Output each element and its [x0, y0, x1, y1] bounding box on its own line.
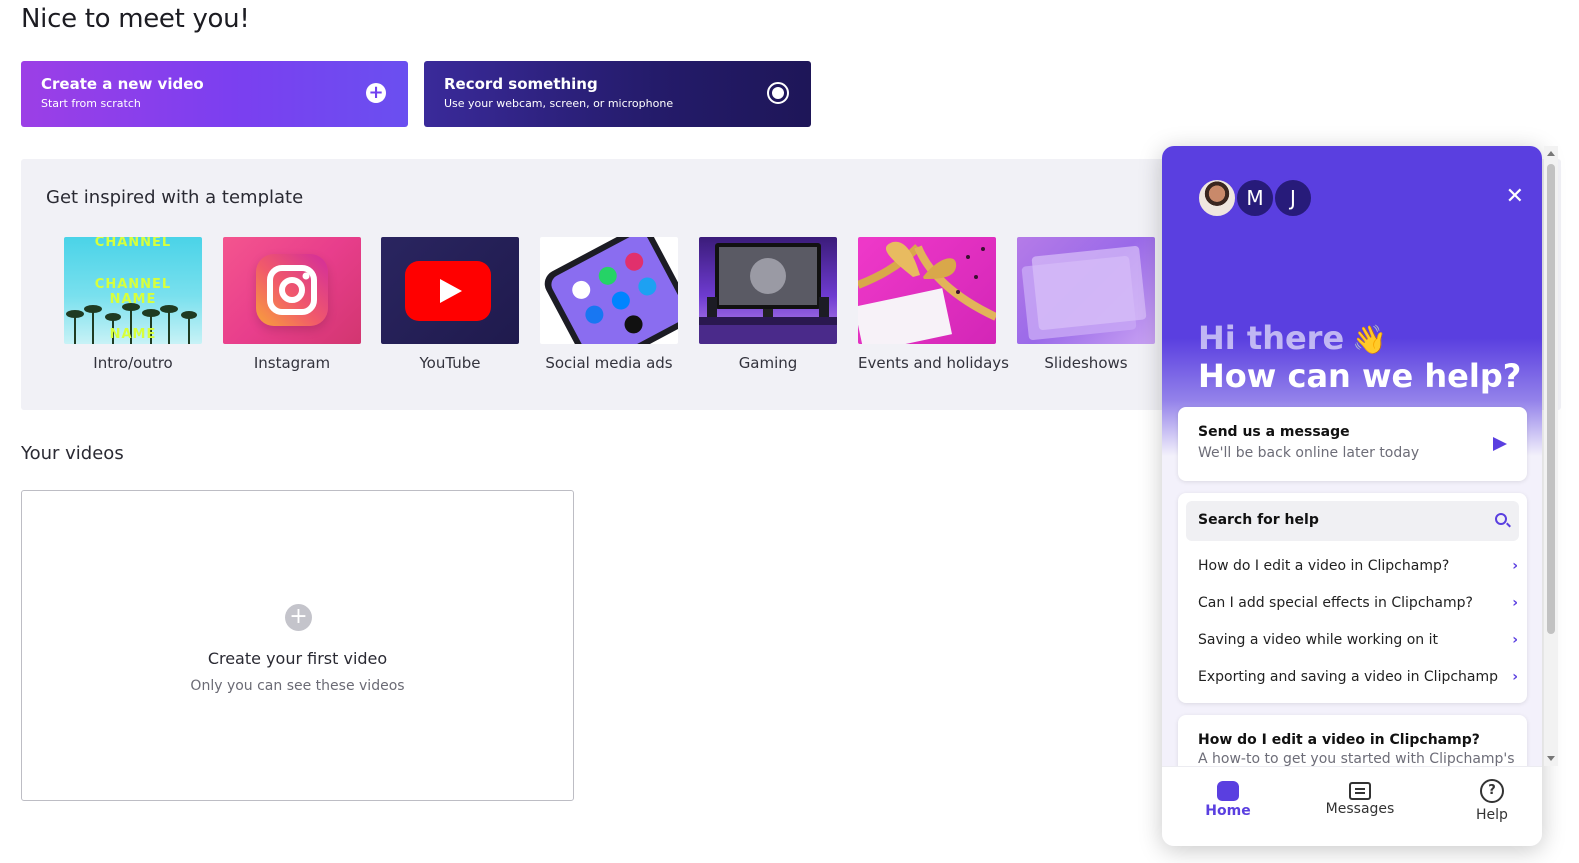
faq-link[interactable]: Saving a video while working on it › — [1198, 632, 1518, 648]
template-instagram[interactable]: Instagram — [223, 237, 361, 372]
faq-text: Exporting and saving a video in Clipcham… — [1198, 669, 1499, 685]
chevron-right-icon: › — [1512, 669, 1518, 685]
search-icon — [1495, 513, 1507, 525]
scroll-up-arrow-icon[interactable] — [1547, 151, 1555, 156]
agent-avatar-photo — [1197, 178, 1237, 218]
templates-title: Get inspired with a template — [46, 187, 304, 208]
send-message-button[interactable]: Send us a message We'll be back online l… — [1178, 407, 1527, 481]
nav-label: Home — [1205, 803, 1251, 819]
faq-text: Saving a video while working on it — [1198, 632, 1438, 648]
gaming-desk-graphic — [699, 243, 837, 344]
template-label: Events and holidays — [858, 354, 1009, 372]
faq-link[interactable]: Can I add special effects in Clipchamp? › — [1198, 595, 1518, 611]
empty-state-title: Create your first video — [207, 649, 388, 668]
template-gaming[interactable]: Gaming — [699, 237, 837, 372]
phone-apps-graphic — [544, 237, 678, 344]
chat-question: How can we help? — [1198, 357, 1522, 395]
nav-label: Messages — [1325, 801, 1395, 817]
search-help-input[interactable]: Search for help — [1186, 501, 1519, 541]
page-title: Nice to meet you! — [21, 4, 250, 34]
template-label: Social media ads — [545, 354, 673, 372]
chat-scrollbar[interactable] — [1544, 146, 1558, 766]
template-thumbnail — [858, 237, 996, 344]
nav-help-tab[interactable]: ? Help — [1442, 779, 1542, 823]
agent-avatar: J — [1273, 178, 1313, 218]
slides-graphic — [1021, 245, 1147, 341]
agent-avatar: M — [1235, 178, 1275, 218]
faq-link[interactable]: Exporting and saving a video in Clipcham… — [1198, 669, 1518, 685]
chevron-right-icon: › — [1512, 595, 1518, 611]
create-new-video-button[interactable]: Create a new video Start from scratch + — [21, 61, 408, 127]
template-youtube[interactable]: YouTube — [381, 237, 519, 372]
scroll-down-arrow-icon[interactable] — [1547, 756, 1555, 761]
template-thumbnail — [540, 237, 678, 344]
scrollbar-thumb[interactable] — [1547, 164, 1555, 634]
record-something-button[interactable]: Record something Use your webcam, screen… — [424, 61, 811, 127]
faq-text: How do I edit a video in Clipchamp? — [1198, 558, 1450, 574]
record-subtitle: Use your webcam, screen, or microphone — [444, 97, 674, 110]
template-thumbnail — [699, 237, 837, 344]
instagram-logo-icon — [256, 254, 328, 326]
template-intro-outro[interactable]: CHANNEL CHANNEL NAME NAME Intro/outro — [64, 237, 202, 372]
help-search-card: Search for help How do I edit a video in… — [1178, 493, 1527, 703]
template-thumbnail: CHANNEL CHANNEL NAME NAME — [64, 237, 202, 344]
create-video-subtitle: Start from scratch — [41, 97, 141, 110]
chat-bottom-nav: Home Messages ? Help — [1162, 766, 1542, 846]
plus-circle-icon: + — [366, 83, 386, 103]
page-root: Nice to meet you! Create a new video Sta… — [0, 0, 1579, 863]
plus-icon: + — [285, 604, 312, 631]
template-label: Instagram — [253, 354, 331, 372]
article-snippet: A how-to to get you started with Clipcha… — [1198, 751, 1515, 767]
chevron-right-icon: › — [1512, 632, 1518, 648]
chevron-right-icon: › — [1512, 558, 1518, 574]
close-icon[interactable]: ✕ — [1506, 186, 1524, 208]
thumb-text: NAME — [109, 327, 157, 342]
template-label: YouTube — [419, 354, 481, 372]
home-icon — [1217, 781, 1239, 801]
search-help-label: Search for help — [1198, 512, 1319, 528]
template-label: Slideshows — [1044, 354, 1128, 372]
template-label: Gaming — [738, 354, 798, 372]
messages-icon — [1349, 782, 1371, 800]
record-icon — [767, 82, 789, 104]
send-arrow-icon — [1493, 437, 1507, 451]
faq-text: Can I add special effects in Clipchamp? — [1198, 595, 1473, 611]
record-title: Record something — [444, 75, 598, 93]
template-label: Intro/outro — [93, 354, 173, 372]
help-chat-widget: M J ✕ Hi there 👋 How can we help? Send us… — [1162, 146, 1542, 846]
send-message-subtitle: We'll be back online later today — [1198, 445, 1420, 461]
thumb-text: CHANNEL — [94, 237, 172, 250]
gift-ribbon-graphic — [858, 241, 996, 344]
thumb-text: CHANNEL — [94, 277, 172, 292]
your-videos-title: Your videos — [21, 443, 124, 464]
create-first-video-card[interactable]: + Create your first video Only you can s… — [21, 490, 574, 801]
template-social-media-ads[interactable]: Social media ads — [540, 237, 678, 372]
template-thumbnail — [223, 237, 361, 344]
template-events-holidays[interactable]: Events and holidays — [858, 237, 1009, 372]
nav-label: Help — [1476, 807, 1508, 823]
help-icon: ? — [1480, 779, 1504, 803]
youtube-logo-icon — [405, 261, 491, 321]
chat-greeting-text: Hi there — [1198, 319, 1345, 357]
send-message-title: Send us a message — [1198, 424, 1350, 440]
template-thumbnail — [381, 237, 519, 344]
nav-home-tab[interactable]: Home — [1178, 779, 1278, 819]
faq-link[interactable]: How do I edit a video in Clipchamp? › — [1198, 558, 1518, 574]
empty-state-subtitle: Only you can see these videos — [190, 678, 405, 694]
template-slideshows[interactable]: Slideshows — [1017, 237, 1155, 372]
chat-greeting: Hi there 👋 — [1198, 319, 1387, 357]
template-thumbnail — [1017, 237, 1155, 344]
waving-hand-icon: 👋 — [1352, 323, 1388, 356]
create-video-title: Create a new video — [41, 75, 204, 93]
nav-messages-tab[interactable]: Messages — [1310, 779, 1410, 817]
article-title: How do I edit a video in Clipchamp? — [1198, 732, 1480, 748]
